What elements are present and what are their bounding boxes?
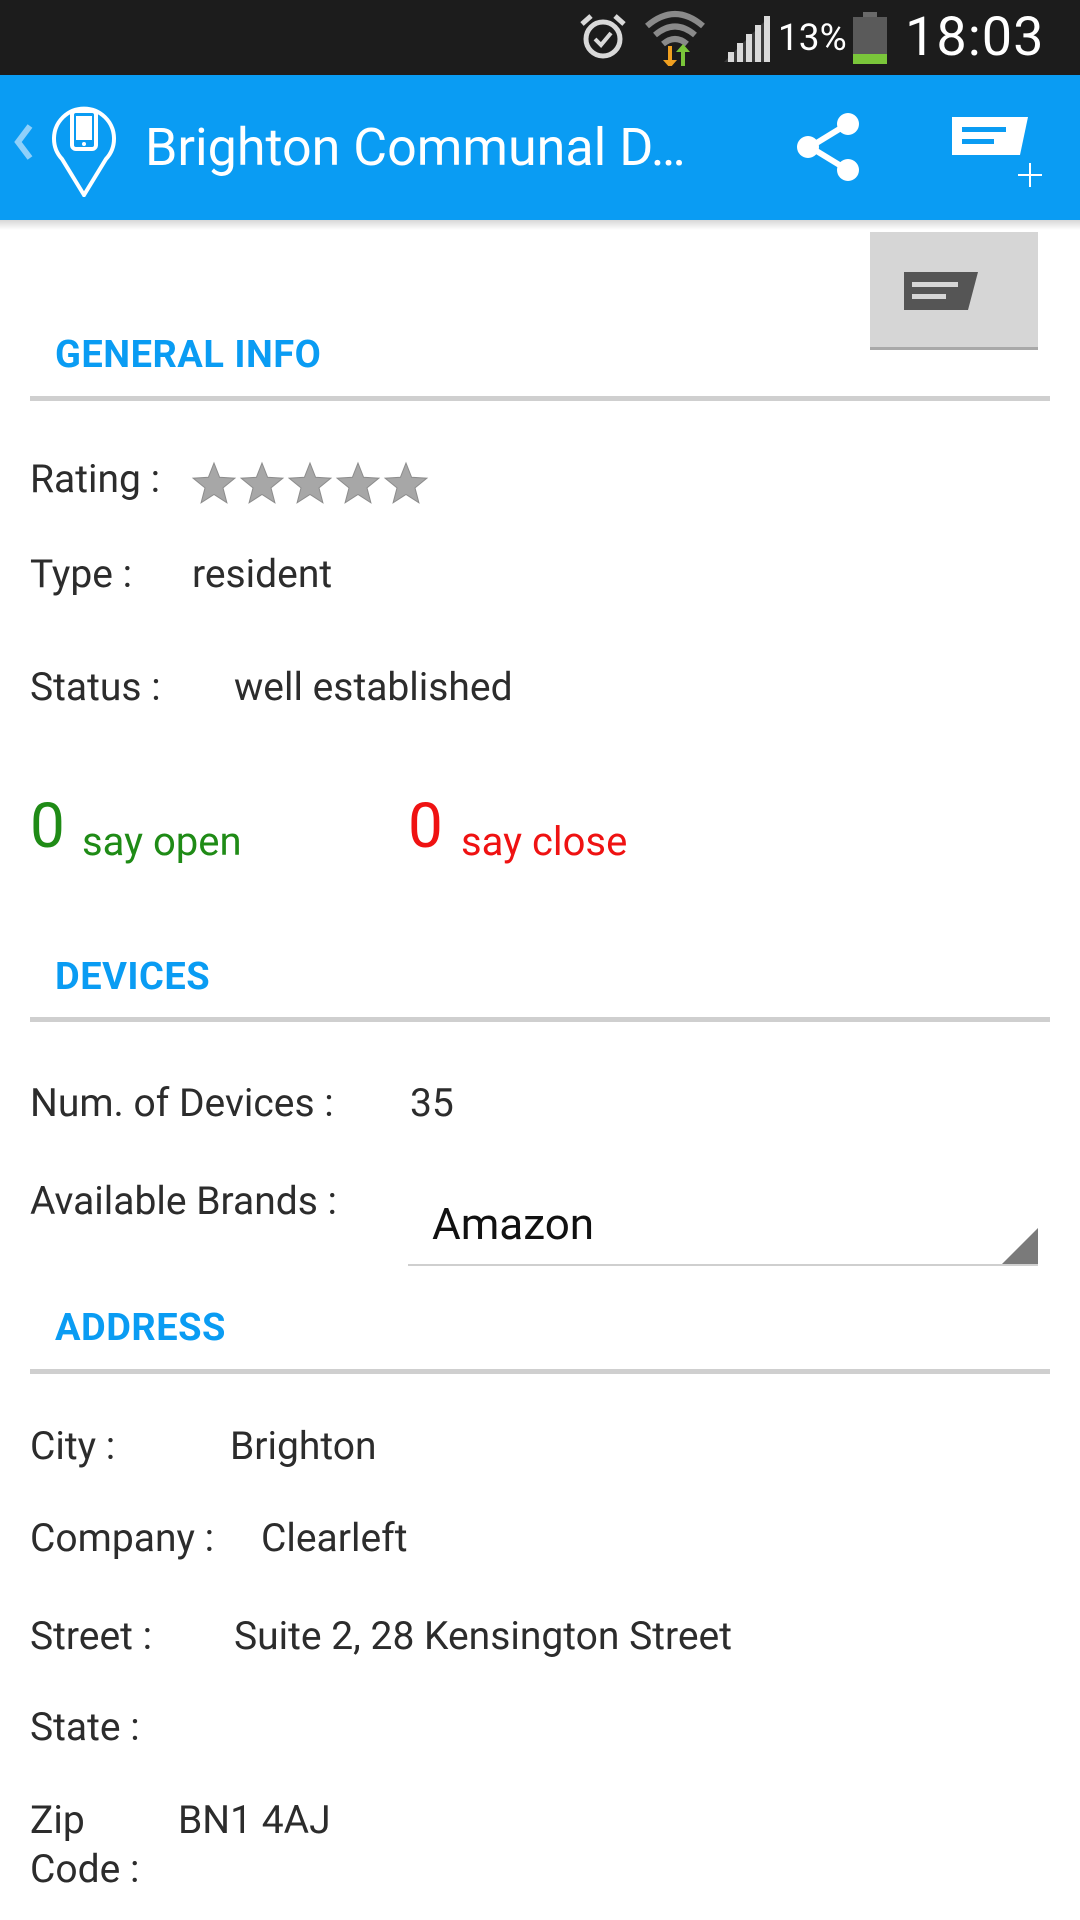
- available-brands-label: Available Brands :: [30, 1178, 337, 1224]
- company-label: Company :: [30, 1515, 215, 1561]
- state-label: State :: [30, 1704, 140, 1750]
- share-icon[interactable]: [792, 111, 864, 183]
- phone-location-icon[interactable]: [48, 97, 120, 197]
- num-devices-value: 35: [410, 1080, 454, 1126]
- divider: [30, 396, 1050, 401]
- status-label: Status :: [30, 664, 161, 710]
- action-bar-shadow: [0, 220, 1080, 230]
- zip-label-line2: Code :: [30, 1846, 140, 1892]
- street-value: Suite 2, 28 Kensington Street: [234, 1613, 732, 1659]
- zip-value: BN1 4AJ: [178, 1797, 331, 1843]
- add-comment-icon[interactable]: [948, 111, 1044, 191]
- battery-percent: 13%: [778, 17, 847, 60]
- company-value: Clearleft: [261, 1515, 408, 1561]
- alarm-icon: [580, 14, 626, 59]
- say-open-label[interactable]: say open: [82, 818, 242, 865]
- say-close-label[interactable]: say close: [461, 818, 627, 865]
- brands-selected-value: Amazon: [432, 1198, 595, 1250]
- rating-star[interactable]: [383, 461, 429, 504]
- type-label: Type :: [30, 551, 133, 597]
- section-title-address: ADDRESS: [55, 1306, 226, 1350]
- close-count: 0: [408, 790, 443, 863]
- city-label: City :: [30, 1423, 116, 1469]
- rating-star[interactable]: [239, 461, 285, 504]
- brands-dropdown[interactable]: Amazon: [408, 1182, 1038, 1266]
- status-bar: 13% 18:03: [0, 0, 1080, 75]
- up-chevron-icon[interactable]: [12, 122, 34, 162]
- divider: [30, 1017, 1050, 1022]
- divider: [30, 1369, 1050, 1374]
- rating-star[interactable]: [287, 461, 333, 504]
- rating-star[interactable]: [335, 461, 381, 504]
- section-title-devices: DEVICES: [55, 955, 211, 999]
- comment-button[interactable]: [870, 232, 1038, 350]
- action-bar: Brighton Communal D…: [0, 75, 1080, 220]
- zip-label-line1: Zip: [30, 1797, 85, 1843]
- dropdown-arrow-icon: [1002, 1228, 1038, 1264]
- rating-stars[interactable]: [190, 460, 430, 506]
- section-title-general-info: GENERAL INFO: [55, 333, 322, 377]
- rating-star[interactable]: [191, 461, 237, 504]
- street-label: Street :: [30, 1613, 153, 1659]
- wifi-icon: [645, 11, 705, 66]
- open-count: 0: [30, 790, 65, 863]
- signal-icon: [724, 16, 770, 62]
- num-devices-label: Num. of Devices :: [30, 1080, 334, 1126]
- battery-icon: [853, 12, 887, 64]
- city-value: Brighton: [230, 1423, 377, 1469]
- rating-label: Rating :: [30, 456, 161, 502]
- type-value: resident: [192, 551, 333, 597]
- comment-icon: [904, 272, 978, 310]
- clock: 18:03: [905, 6, 1045, 69]
- page-title: Brighton Communal D…: [145, 117, 686, 178]
- status-value: well established: [234, 664, 513, 710]
